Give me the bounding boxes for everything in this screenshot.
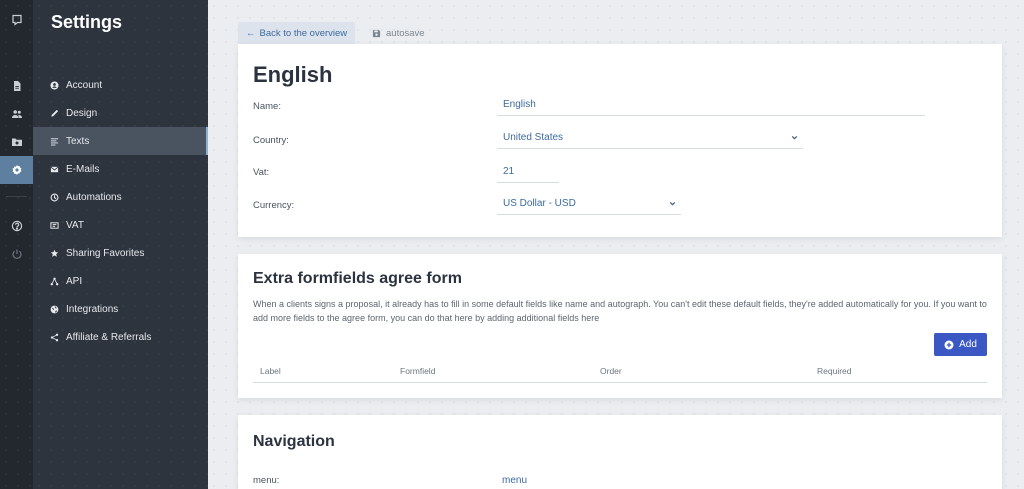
globe-icon <box>50 305 59 313</box>
language-title: English <box>253 62 333 87</box>
envelope-icon <box>50 166 59 172</box>
vat-value: 21 <box>503 166 515 177</box>
country-label: Country: <box>253 135 289 146</box>
users-icon[interactable] <box>0 100 33 128</box>
sidebar-item-sharing-favorites[interactable]: Sharing Favorites <box>33 239 208 267</box>
automation-icon <box>50 193 59 201</box>
formfields-title: Extra formfields agree form <box>253 270 462 287</box>
name-input[interactable]: English <box>497 94 925 116</box>
autosave-indicator: autosave <box>372 22 425 44</box>
help-icon[interactable] <box>0 212 33 240</box>
user-circle-icon <box>50 80 59 90</box>
main-content: ← Back to the overview autosave English … <box>208 0 1024 489</box>
navigation-title: Navigation <box>253 433 335 450</box>
name-value: English <box>503 99 536 110</box>
column-header-order: Order <box>600 366 622 376</box>
name-label: Name: <box>253 101 281 112</box>
column-header-label: Label <box>260 366 281 376</box>
sidebar-item-design[interactable]: Design <box>33 99 208 127</box>
star-icon <box>50 249 59 257</box>
back-button-label: Back to the overview <box>259 27 348 39</box>
sidebar-item-label: VAT <box>66 219 84 231</box>
power-icon[interactable] <box>0 240 33 268</box>
currency-label: Currency: <box>253 200 295 211</box>
chevron-down-icon <box>669 201 676 206</box>
sidebar-item-label: Affiliate & Referrals <box>66 331 152 343</box>
network-icon <box>50 277 59 285</box>
column-header-formfield: Formfield <box>400 366 436 376</box>
sidebar-item-label: E-Mails <box>66 163 100 175</box>
chevron-down-icon <box>791 135 798 140</box>
share-icon <box>50 333 59 341</box>
icon-rail <box>0 0 33 489</box>
sidebar-item-label: Texts <box>66 135 90 147</box>
settings-sidebar: Settings Account Design Texts E-Mails Au… <box>33 0 208 489</box>
country-select[interactable]: United States <box>497 127 803 149</box>
formfields-card: Extra formfields agree form When a clien… <box>238 254 1002 398</box>
add-button-label: Add <box>959 339 977 350</box>
sidebar-item-texts[interactable]: Texts <box>33 127 208 155</box>
sidebar-item-automations[interactable]: Automations <box>33 183 208 211</box>
folder-icon[interactable] <box>0 128 33 156</box>
currency-value: US Dollar - USD <box>503 198 576 209</box>
sidebar-title: Settings <box>51 12 123 32</box>
sidebar-item-integrations[interactable]: Integrations <box>33 295 208 323</box>
back-to-overview-button[interactable]: ← Back to the overview <box>238 22 356 44</box>
menu-label: menu: <box>253 475 280 486</box>
menu-link[interactable]: menu <box>502 475 527 486</box>
add-field-button[interactable]: Add <box>934 333 987 356</box>
chat-bubble-icon[interactable] <box>0 6 33 34</box>
formfields-description: When a clients signs a proposal, it alre… <box>253 299 987 323</box>
navigation-card: Navigation menu: menu <box>238 415 1002 489</box>
text-lines-icon <box>50 137 59 145</box>
sidebar-item-label: Integrations <box>66 303 119 315</box>
plus-circle-icon <box>944 340 954 349</box>
currency-select[interactable]: US Dollar - USD <box>497 193 681 215</box>
sidebar-item-api[interactable]: API <box>33 267 208 295</box>
formfields-table-header: Label Formfield Order Required <box>253 361 987 383</box>
document-icon[interactable] <box>0 72 33 100</box>
arrow-left-icon: ← <box>246 27 256 39</box>
autosave-label: autosave <box>386 27 425 39</box>
sidebar-item-affiliate-referrals[interactable]: Affiliate & Referrals <box>33 323 208 351</box>
sidebar-item-label: Account <box>66 79 103 91</box>
sidebar-item-label: Design <box>66 107 98 119</box>
sidebar-item-label: Sharing Favorites <box>66 247 145 259</box>
column-header-required: Required <box>817 366 852 376</box>
rail-divider <box>6 196 27 197</box>
vat-input[interactable]: 21 <box>497 161 559 183</box>
floppy-disk-icon <box>372 29 381 37</box>
language-card: English Name: English Country: United St… <box>238 44 1002 237</box>
sidebar-item-account[interactable]: Account <box>33 71 208 99</box>
sidebar-item-label: Automations <box>66 191 122 203</box>
pen-icon <box>51 109 59 117</box>
gear-icon[interactable] <box>0 156 33 184</box>
vat-label: Vat: <box>253 167 270 178</box>
receipt-icon <box>50 221 59 229</box>
sidebar-item-emails[interactable]: E-Mails <box>33 155 208 183</box>
country-value: United States <box>503 132 564 143</box>
sidebar-item-label: API <box>66 275 83 287</box>
sidebar-item-vat[interactable]: VAT <box>33 211 208 239</box>
